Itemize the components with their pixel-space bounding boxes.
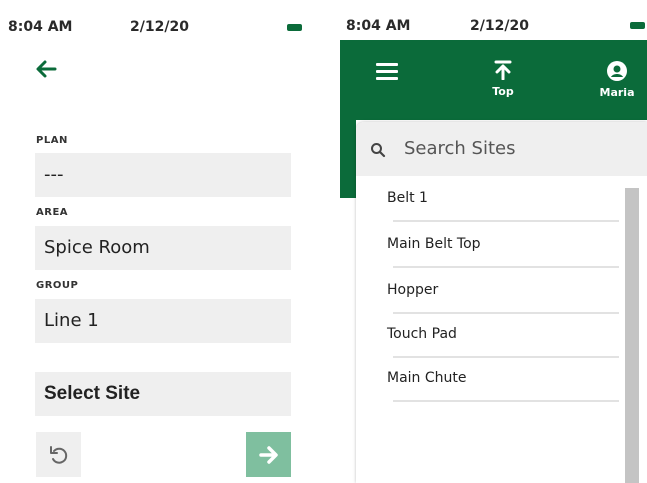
search-icon <box>371 143 386 158</box>
status-date: 2/12/20 <box>470 18 529 34</box>
status-bar: 8:04 AM 2/12/20 <box>0 0 325 44</box>
site-search-panel: Search Sites Belt 1 Main Belt Top Hopper… <box>356 122 647 483</box>
group-field[interactable]: Line 1 <box>35 299 291 343</box>
select-site-field[interactable]: Select Site <box>35 372 291 416</box>
user-circle-icon <box>607 61 627 81</box>
status-bar: 8:04 AM 2/12/20 <box>340 0 647 40</box>
right-phone-screen: 8:04 AM 2/12/20 Top Maria Search Sites B… <box>340 0 647 483</box>
battery-icon <box>630 22 645 29</box>
status-date: 2/12/20 <box>130 19 189 35</box>
site-list-item[interactable]: Touch Pad <box>387 320 619 358</box>
arrow-right-icon <box>258 445 278 464</box>
site-name: Touch Pad <box>387 326 457 342</box>
left-phone-screen: 8:04 AM 2/12/20 PLAN --- AREA Spice Room… <box>0 0 325 483</box>
site-name: Main Chute <box>387 370 467 386</box>
arrow-up-to-line-icon <box>494 60 512 81</box>
site-list-item[interactable]: Hopper <box>387 276 619 314</box>
status-time: 8:04 AM <box>8 19 73 35</box>
battery-icon <box>287 24 302 31</box>
site-name: Belt 1 <box>387 190 428 206</box>
site-list-item[interactable]: Main Chute <box>387 364 619 402</box>
area-label: AREA <box>36 207 69 218</box>
scrollbar[interactable] <box>625 188 639 483</box>
app-bar-extension <box>340 120 356 198</box>
divider <box>393 266 619 268</box>
next-button[interactable] <box>246 432 291 477</box>
undo-button[interactable] <box>36 432 81 477</box>
plan-label: PLAN <box>36 135 68 146</box>
group-label: GROUP <box>36 280 79 291</box>
plan-field[interactable]: --- <box>35 153 291 197</box>
user-button[interactable]: Maria <box>594 61 640 99</box>
divider <box>393 400 619 402</box>
top-button-label: Top <box>492 85 514 98</box>
user-name: Maria <box>599 86 635 99</box>
hamburger-icon[interactable] <box>376 63 398 81</box>
back-arrow-icon[interactable] <box>33 56 59 82</box>
divider <box>393 356 619 358</box>
site-list-item[interactable]: Main Belt Top <box>387 230 619 268</box>
site-name: Hopper <box>387 282 439 298</box>
site-list-item[interactable]: Belt 1 <box>387 184 619 222</box>
status-time: 8:04 AM <box>346 18 411 34</box>
divider <box>393 312 619 314</box>
area-field[interactable]: Spice Room <box>35 226 291 270</box>
search-bar[interactable]: Search Sites <box>356 122 647 176</box>
search-input[interactable]: Search Sites <box>404 138 516 159</box>
divider <box>393 220 619 222</box>
undo-icon <box>49 445 67 464</box>
site-name: Main Belt Top <box>387 236 481 252</box>
top-button[interactable]: Top <box>480 60 526 98</box>
